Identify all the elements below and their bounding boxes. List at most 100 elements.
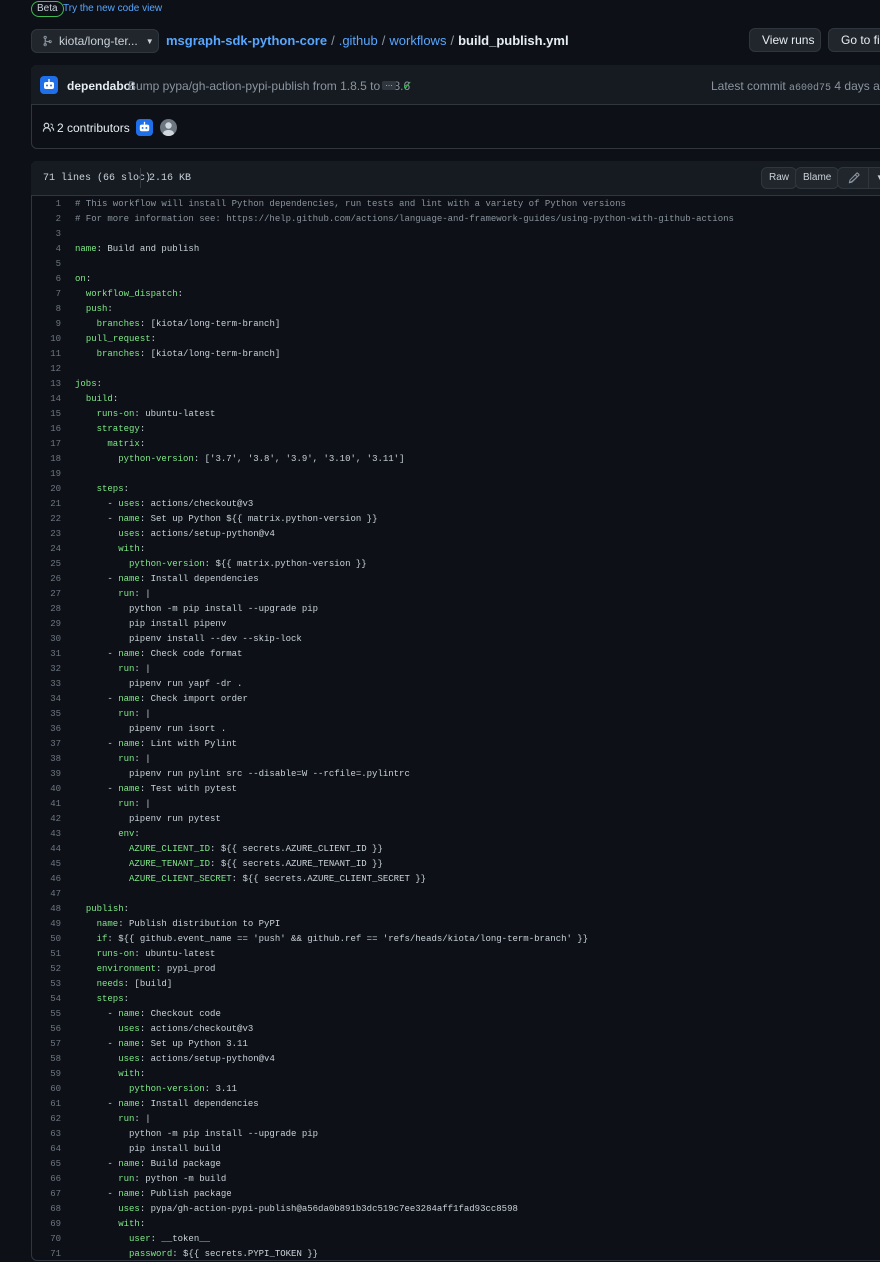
line-number[interactable]: 14 [31, 392, 75, 407]
line-number[interactable]: 36 [31, 722, 75, 737]
line-number[interactable]: 10 [31, 332, 75, 347]
line-number[interactable]: 63 [31, 1127, 75, 1142]
line-number[interactable]: 8 [31, 302, 75, 317]
line-number[interactable]: 22 [31, 512, 75, 527]
line-number[interactable]: 41 [31, 797, 75, 812]
line-number[interactable]: 37 [31, 737, 75, 752]
line-number[interactable]: 65 [31, 1157, 75, 1172]
line-number[interactable]: 7 [31, 287, 75, 302]
line-number[interactable]: 70 [31, 1232, 75, 1247]
line-number[interactable]: 62 [31, 1112, 75, 1127]
line-number[interactable]: 68 [31, 1202, 75, 1217]
code-line: 20 steps: [31, 482, 880, 497]
code-line: 33 pipenv run yapf -dr . [31, 677, 880, 692]
line-number[interactable]: 30 [31, 632, 75, 647]
line-number[interactable]: 52 [31, 962, 75, 977]
line-number[interactable]: 44 [31, 842, 75, 857]
line-number[interactable]: 67 [31, 1187, 75, 1202]
branch-selector-button[interactable]: kiota/long-ter... ▼ [31, 29, 159, 53]
line-number[interactable]: 18 [31, 452, 75, 467]
line-number[interactable]: 20 [31, 482, 75, 497]
line-number[interactable]: 5 [31, 257, 75, 272]
line-number[interactable]: 11 [31, 347, 75, 362]
line-number[interactable]: 53 [31, 977, 75, 992]
line-number[interactable]: 61 [31, 1097, 75, 1112]
line-number[interactable]: 39 [31, 767, 75, 782]
line-number[interactable]: 50 [31, 932, 75, 947]
line-number[interactable]: 46 [31, 872, 75, 887]
contributor-avatar-user[interactable] [160, 119, 177, 136]
line-number[interactable]: 69 [31, 1217, 75, 1232]
line-number[interactable]: 2 [31, 212, 75, 227]
code-text: python-version: ['3.7', '3.8', '3.9', '3… [118, 454, 405, 464]
line-number[interactable]: 26 [31, 572, 75, 587]
line-number[interactable]: 38 [31, 752, 75, 767]
line-number[interactable]: 23 [31, 527, 75, 542]
line-number[interactable]: 16 [31, 422, 75, 437]
line-number[interactable]: 66 [31, 1172, 75, 1187]
breadcrumb-separator: / [381, 33, 386, 48]
line-number[interactable]: 51 [31, 947, 75, 962]
dependabot-avatar[interactable] [40, 76, 58, 94]
line-number[interactable]: 15 [31, 407, 75, 422]
line-number[interactable]: 42 [31, 812, 75, 827]
raw-button[interactable]: Raw [761, 167, 798, 189]
edit-file-button[interactable] [837, 167, 869, 189]
commit-message-link[interactable]: Bump pypa/gh-action-pypi-publish from 1.… [128, 79, 410, 93]
line-number[interactable]: 57 [31, 1037, 75, 1052]
check-status-icon[interactable]: ✓ [402, 78, 413, 94]
code-line: 30 pipenv install --dev --skip-lock [31, 632, 880, 647]
commit-sha-link[interactable]: a600d75 [789, 83, 831, 94]
go-to-file-button[interactable]: Go to file [828, 28, 880, 52]
line-number[interactable]: 35 [31, 707, 75, 722]
breadcrumb-github-link[interactable]: .github [339, 33, 378, 48]
line-number[interactable]: 56 [31, 1022, 75, 1037]
line-number[interactable]: 34 [31, 692, 75, 707]
line-number[interactable]: 31 [31, 647, 75, 662]
line-number[interactable]: 24 [31, 542, 75, 557]
contributor-avatar-dependabot[interactable] [136, 119, 153, 136]
line-number[interactable]: 21 [31, 497, 75, 512]
code-line: 63 python -m pip install --upgrade pip [31, 1127, 880, 1142]
blame-button[interactable]: Blame [795, 167, 840, 189]
contributors-link[interactable]: 2 contributors [57, 121, 130, 135]
code-line: 41 run: | [31, 797, 880, 812]
line-number[interactable]: 45 [31, 857, 75, 872]
code-line: 10 pull_request: [31, 332, 880, 347]
breadcrumb-workflows-link[interactable]: workflows [389, 33, 446, 48]
try-new-code-view-link[interactable]: Try the new code view [63, 3, 162, 15]
line-number[interactable]: 64 [31, 1142, 75, 1157]
line-number[interactable]: 28 [31, 602, 75, 617]
line-number[interactable]: 1 [31, 197, 75, 212]
line-number[interactable]: 29 [31, 617, 75, 632]
line-number[interactable]: 3 [31, 227, 75, 242]
view-runs-button[interactable]: View runs [749, 28, 821, 52]
file-line-count: 71 lines (66 sloc) [43, 173, 152, 184]
line-number[interactable]: 43 [31, 827, 75, 842]
line-number[interactable]: 25 [31, 557, 75, 572]
breadcrumb-repo-link[interactable]: msgraph-sdk-python-core [166, 33, 327, 48]
line-number[interactable]: 6 [31, 272, 75, 287]
line-number[interactable]: 48 [31, 902, 75, 917]
line-number[interactable]: 54 [31, 992, 75, 1007]
line-number[interactable]: 47 [31, 887, 75, 902]
line-number[interactable]: 12 [31, 362, 75, 377]
line-number[interactable]: 40 [31, 782, 75, 797]
line-number[interactable]: 27 [31, 587, 75, 602]
line-number[interactable]: 33 [31, 677, 75, 692]
line-number[interactable]: 17 [31, 437, 75, 452]
line-number[interactable]: 9 [31, 317, 75, 332]
line-number[interactable]: 49 [31, 917, 75, 932]
line-number[interactable]: 60 [31, 1082, 75, 1097]
beta-badge: Beta [31, 1, 64, 17]
edit-options-button[interactable]: ▼ [868, 167, 880, 189]
line-number[interactable]: 13 [31, 377, 75, 392]
line-number[interactable]: 59 [31, 1067, 75, 1082]
line-number[interactable]: 19 [31, 467, 75, 482]
line-number[interactable]: 4 [31, 242, 75, 257]
line-number[interactable]: 58 [31, 1052, 75, 1067]
line-number[interactable]: 32 [31, 662, 75, 677]
commit-author-link[interactable]: dependabot [67, 79, 135, 93]
expand-commit-message-button[interactable]: … [382, 80, 396, 90]
line-number[interactable]: 55 [31, 1007, 75, 1022]
